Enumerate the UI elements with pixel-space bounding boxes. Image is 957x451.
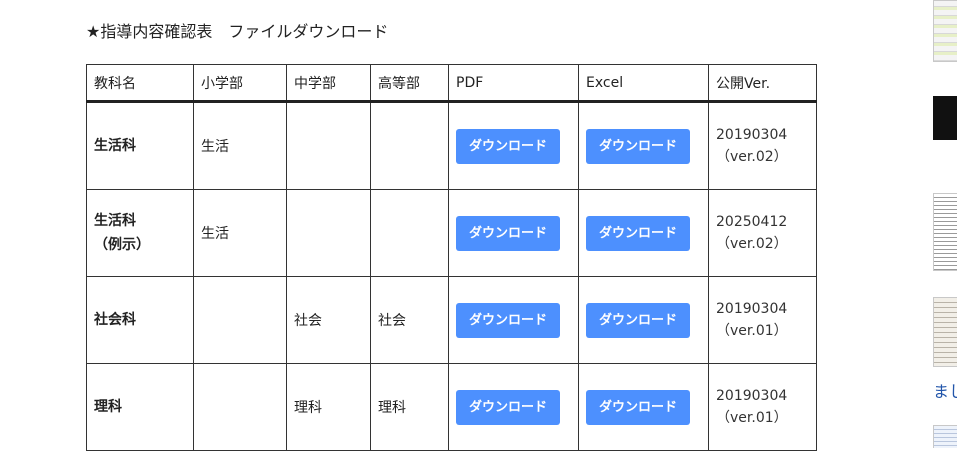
excel-cell: ダウンロード bbox=[578, 189, 709, 277]
version-cell: 20190304 （ver.01） bbox=[708, 363, 817, 451]
sidebar-link[interactable]: まし bbox=[933, 378, 957, 402]
thumbnail-image[interactable] bbox=[933, 0, 957, 62]
excel-cell: ダウンロード bbox=[578, 101, 709, 190]
version-cell: 20250412 （ver.02） bbox=[708, 189, 817, 277]
table-row: 理科 理科 理科 ダウンロード ダウンロード 20190304 （ver.01） bbox=[86, 363, 817, 451]
excel-download-button[interactable]: ダウンロード bbox=[586, 302, 690, 338]
elementary-cell: 生活 bbox=[193, 101, 287, 190]
version-number: （ver.01） bbox=[716, 323, 788, 339]
thumbnail-image[interactable] bbox=[933, 425, 957, 448]
version-date: 20250412 bbox=[716, 214, 788, 230]
pdf-download-button[interactable]: ダウンロード bbox=[456, 128, 560, 164]
pdf-cell: ダウンロード bbox=[448, 276, 579, 364]
pdf-cell: ダウンロード bbox=[448, 363, 579, 451]
table-row: 生活科 生活 ダウンロード ダウンロード 20190304 （ver.02） bbox=[86, 101, 817, 190]
version-number: （ver.01） bbox=[716, 410, 788, 426]
pdf-download-button[interactable]: ダウンロード bbox=[456, 215, 560, 251]
download-table: 教科名 小学部 中学部 高等部 PDF Excel 公開Ver. 生活科 生活ダウ… bbox=[86, 64, 817, 451]
column-header-version: 公開Ver. bbox=[708, 64, 817, 103]
pdf-cell: ダウンロード bbox=[448, 101, 579, 190]
column-header-pdf: PDF bbox=[448, 64, 579, 103]
pdf-download-button[interactable]: ダウンロード bbox=[456, 389, 560, 425]
subject-cell: 理科 bbox=[86, 363, 194, 451]
table-row: 社会科 社会 社会 ダウンロード ダウンロード 20190304 （ver.01） bbox=[86, 276, 817, 364]
version-number: （ver.02） bbox=[716, 236, 788, 252]
excel-download-button[interactable]: ダウンロード bbox=[586, 389, 690, 425]
column-header-junior: 中学部 bbox=[286, 64, 371, 103]
thumbnail-image[interactable] bbox=[933, 96, 957, 140]
junior-cell bbox=[286, 189, 371, 277]
elementary-cell bbox=[193, 363, 287, 451]
senior-cell bbox=[370, 101, 449, 190]
excel-download-button[interactable]: ダウンロード bbox=[586, 128, 690, 164]
table-header-row: 教科名 小学部 中学部 高等部 PDF Excel 公開Ver. bbox=[86, 64, 817, 103]
thumbnail-image[interactable] bbox=[933, 193, 957, 271]
version-date: 20190304 bbox=[716, 301, 788, 317]
right-sidebar: まし bbox=[933, 0, 957, 448]
thumbnail-image[interactable] bbox=[933, 297, 957, 367]
column-header-senior: 高等部 bbox=[370, 64, 449, 103]
version-date: 20190304 bbox=[716, 127, 788, 143]
column-header-excel: Excel bbox=[578, 64, 709, 103]
version-cell: 20190304 （ver.02） bbox=[708, 101, 817, 190]
page-heading: ★指導内容確認表 ファイルダウンロード bbox=[86, 22, 389, 41]
pdf-cell: ダウンロード bbox=[448, 189, 579, 277]
senior-cell: 社会 bbox=[370, 276, 449, 364]
elementary-cell: 生活 bbox=[193, 189, 287, 277]
elementary-cell bbox=[193, 276, 287, 364]
column-header-subject: 教科名 bbox=[86, 64, 194, 103]
junior-cell bbox=[286, 101, 371, 190]
subject-cell: 社会科 bbox=[86, 276, 194, 364]
junior-cell: 理科 bbox=[286, 363, 371, 451]
subject-cell: 生活科 bbox=[86, 101, 194, 190]
subject-cell: 生活科 （例示） bbox=[86, 189, 194, 277]
column-header-elementary: 小学部 bbox=[193, 64, 287, 103]
version-cell: 20190304 （ver.01） bbox=[708, 276, 817, 364]
excel-cell: ダウンロード bbox=[578, 276, 709, 364]
excel-cell: ダウンロード bbox=[578, 363, 709, 451]
junior-cell: 社会 bbox=[286, 276, 371, 364]
senior-cell: 理科 bbox=[370, 363, 449, 451]
senior-cell bbox=[370, 189, 449, 277]
excel-download-button[interactable]: ダウンロード bbox=[586, 215, 690, 251]
version-date: 20190304 bbox=[716, 388, 788, 404]
table-row: 生活科 （例示） 生活 ダウンロード ダウンロード 20250412 （ver.02） bbox=[86, 189, 817, 277]
pdf-download-button[interactable]: ダウンロード bbox=[456, 302, 560, 338]
version-number: （ver.02） bbox=[716, 149, 788, 165]
